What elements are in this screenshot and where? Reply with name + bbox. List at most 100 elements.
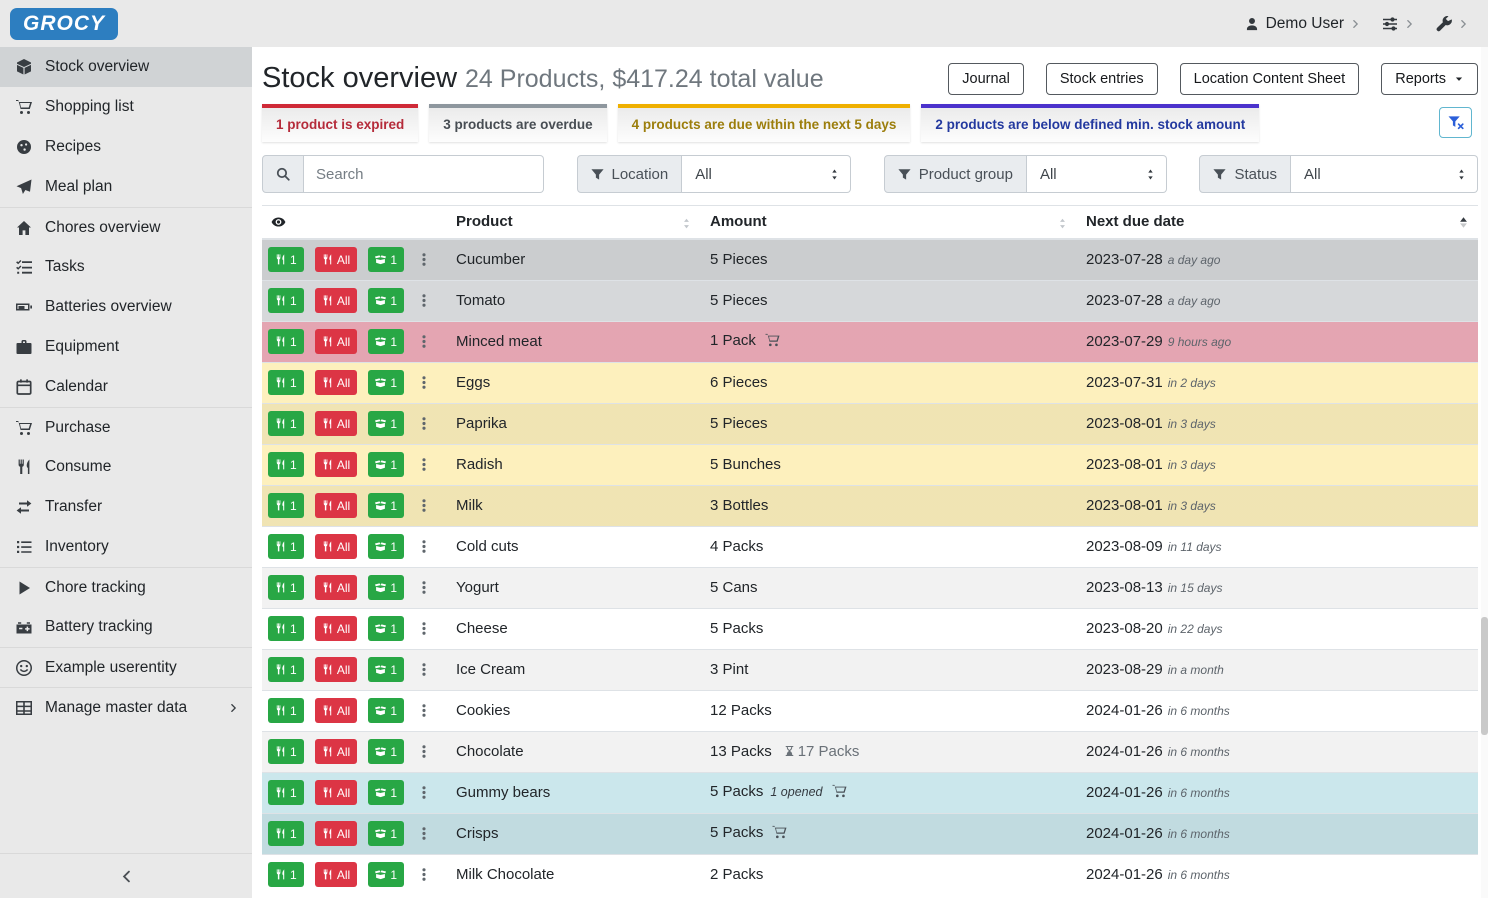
row-menu-button[interactable] [417, 825, 431, 842]
sidebar-item-batteries-overview[interactable]: Batteries overview [0, 287, 252, 327]
column-header-amount[interactable]: Amount [702, 206, 1078, 240]
sidebar-collapse-button[interactable] [0, 853, 252, 898]
consume-all-button[interactable]: All [315, 493, 357, 518]
table-row[interactable]: 1 All 1 Milk 3 Bottles 2023-08-01in 3 da… [262, 485, 1478, 526]
open-one-button[interactable]: 1 [368, 780, 404, 805]
table-row[interactable]: 1 All 1 Milk Chocolate 2 Packs 2024-01-2… [262, 854, 1478, 895]
open-one-button[interactable]: 1 [368, 288, 404, 313]
row-menu-button[interactable] [417, 784, 431, 801]
sidebar-item-recipes[interactable]: Recipes [0, 127, 252, 167]
table-row[interactable]: 1 All 1 Radish 5 Bunches 2023-08-01in 3 … [262, 444, 1478, 485]
row-menu-button[interactable] [417, 292, 431, 309]
open-one-button[interactable]: 1 [368, 862, 404, 887]
open-one-button[interactable]: 1 [368, 698, 404, 723]
sidebar-item-calendar[interactable]: Calendar [0, 367, 252, 407]
row-menu-button[interactable] [417, 620, 431, 637]
row-menu-button[interactable] [417, 866, 431, 883]
row-menu-button[interactable] [417, 374, 431, 391]
table-row[interactable]: 1 All 1 Crisps 5 Packs 2024-01-26in 6 mo… [262, 813, 1478, 854]
open-one-button[interactable]: 1 [368, 452, 404, 477]
consume-one-button[interactable]: 1 [268, 534, 304, 559]
row-menu-button[interactable] [417, 251, 431, 268]
table-row[interactable]: 1 All 1 Cookies 12 Packs 2024-01-26in 6 … [262, 690, 1478, 731]
consume-all-button[interactable]: All [315, 698, 357, 723]
consume-one-button[interactable]: 1 [268, 698, 304, 723]
consume-one-button[interactable]: 1 [268, 452, 304, 477]
table-row[interactable]: 1 All 1 Cheese 5 Packs 2023-08-20in 22 d… [262, 608, 1478, 649]
settings-menu[interactable] [1382, 16, 1414, 32]
row-menu-button[interactable] [417, 333, 431, 350]
reports-button[interactable]: Reports [1381, 63, 1478, 95]
row-menu-button[interactable] [417, 497, 431, 514]
consume-all-button[interactable]: All [315, 575, 357, 600]
sidebar-item-tasks[interactable]: Tasks [0, 247, 252, 287]
scrollbar-thumb[interactable] [1481, 617, 1488, 735]
sidebar-item-transfer[interactable]: Transfer [0, 487, 252, 527]
row-menu-button[interactable] [417, 456, 431, 473]
sidebar-item-consume[interactable]: Consume [0, 447, 252, 487]
consume-all-button[interactable]: All [315, 247, 357, 272]
consume-all-button[interactable]: All [315, 452, 357, 477]
open-one-button[interactable]: 1 [368, 534, 404, 559]
open-one-button[interactable]: 1 [368, 575, 404, 600]
consume-all-button[interactable]: All [315, 616, 357, 641]
row-menu-button[interactable] [417, 538, 431, 555]
consume-all-button[interactable]: All [315, 534, 357, 559]
row-menu-button[interactable] [417, 743, 431, 760]
consume-one-button[interactable]: 1 [268, 575, 304, 600]
consume-one-button[interactable]: 1 [268, 370, 304, 395]
open-one-button[interactable]: 1 [368, 739, 404, 764]
sidebar-item-inventory[interactable]: Inventory [0, 527, 252, 567]
ribbon-overdue[interactable]: 3 products are overdue [429, 104, 606, 142]
table-row[interactable]: 1 All 1 Cucumber 5 Pieces 2023-07-28a da… [262, 239, 1478, 280]
open-one-button[interactable]: 1 [368, 247, 404, 272]
sidebar-item-shopping-list[interactable]: Shopping list [0, 87, 252, 127]
consume-one-button[interactable]: 1 [268, 821, 304, 846]
consume-all-button[interactable]: All [315, 821, 357, 846]
row-menu-button[interactable] [417, 702, 431, 719]
sidebar-item-equipment[interactable]: Equipment [0, 327, 252, 367]
consume-one-button[interactable]: 1 [268, 329, 304, 354]
table-row[interactable]: 1 All 1 Minced meat 1 Pack 2023-07-299 h… [262, 321, 1478, 362]
consume-all-button[interactable]: All [315, 862, 357, 887]
ribbon-due-soon[interactable]: 4 products are due within the next 5 day… [618, 104, 911, 142]
open-one-button[interactable]: 1 [368, 657, 404, 682]
sidebar-item-manage-master-data[interactable]: Manage master data [0, 687, 252, 727]
table-row[interactable]: 1 All 1 Ice Cream 3 Pint 2023-08-29in a … [262, 649, 1478, 690]
ribbon-below-min-stock[interactable]: 2 products are below defined min. stock … [921, 104, 1259, 142]
row-menu-button[interactable] [417, 661, 431, 678]
consume-all-button[interactable]: All [315, 370, 357, 395]
consume-one-button[interactable]: 1 [268, 862, 304, 887]
consume-all-button[interactable]: All [315, 288, 357, 313]
open-one-button[interactable]: 1 [368, 493, 404, 518]
search-input[interactable] [304, 155, 544, 193]
table-row[interactable]: 1 All 1 Tomato 5 Pieces 2023-07-28a day … [262, 280, 1478, 321]
journal-button[interactable]: Journal [948, 63, 1024, 95]
row-menu-button[interactable] [417, 415, 431, 432]
grocy-logo[interactable]: GROCY [10, 8, 118, 40]
consume-all-button[interactable]: All [315, 780, 357, 805]
consume-one-button[interactable]: 1 [268, 780, 304, 805]
row-menu-button[interactable] [417, 579, 431, 596]
sidebar-item-meal-plan[interactable]: Meal plan [0, 167, 252, 207]
table-row[interactable]: 1 All 1 Gummy bears 5 Packs1 opened 2024… [262, 772, 1478, 813]
sidebar-item-chores-overview[interactable]: Chores overview [0, 207, 252, 247]
sidebar-item-example-userentity[interactable]: Example userentity [0, 647, 252, 687]
table-row[interactable]: 1 All 1 Eggs 6 Pieces 2023-07-31in 2 day… [262, 362, 1478, 403]
consume-one-button[interactable]: 1 [268, 247, 304, 272]
consume-all-button[interactable]: All [315, 657, 357, 682]
sidebar-item-stock-overview[interactable]: Stock overview [0, 47, 252, 87]
sidebar-item-battery-tracking[interactable]: Battery tracking [0, 607, 252, 647]
clear-filters-button[interactable] [1439, 107, 1472, 138]
location-content-sheet-button[interactable]: Location Content Sheet [1180, 63, 1360, 95]
status-select[interactable]: All [1291, 155, 1478, 193]
consume-one-button[interactable]: 1 [268, 616, 304, 641]
column-header-next-due-date[interactable]: Next due date [1078, 206, 1478, 240]
table-row[interactable]: 1 All 1 Cold cuts 4 Packs 2023-08-09in 1… [262, 526, 1478, 567]
column-visibility-header[interactable] [262, 206, 448, 240]
table-row[interactable]: 1 All 1 Yogurt 5 Cans 2023-08-13in 15 da… [262, 567, 1478, 608]
scrollbar[interactable] [1481, 47, 1488, 898]
user-menu[interactable]: Demo User [1245, 15, 1360, 33]
product-group-select[interactable]: All [1027, 155, 1167, 193]
consume-all-button[interactable]: All [315, 329, 357, 354]
